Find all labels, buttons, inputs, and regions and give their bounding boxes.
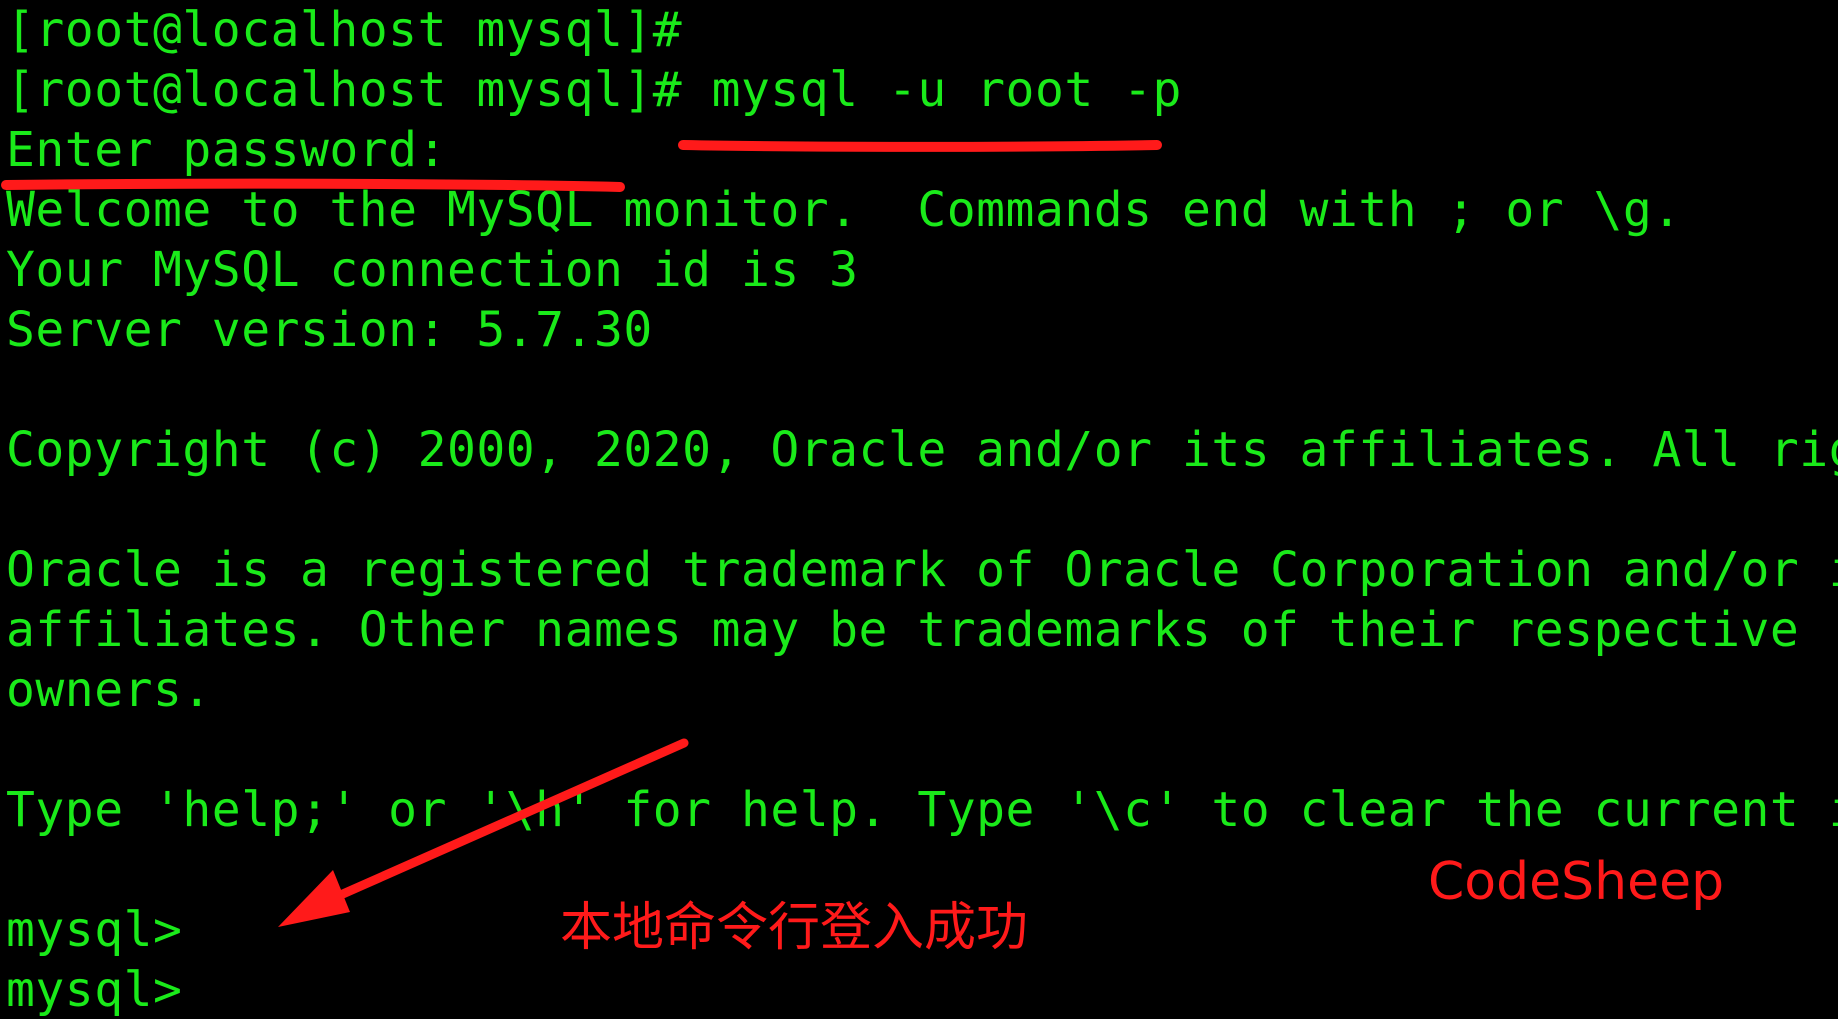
password-underline: [1, 178, 625, 192]
command-underline: [678, 140, 1162, 152]
codesheep-watermark: CodeSheep: [1428, 852, 1725, 912]
arrow-shaft: [331, 738, 689, 902]
arrow-head-icon: [278, 870, 350, 927]
terminal-window[interactable]: [root@localhost mysql]# [root@localhost …: [0, 0, 1838, 1019]
success-annotation: 本地命令行登入成功: [560, 898, 1029, 958]
